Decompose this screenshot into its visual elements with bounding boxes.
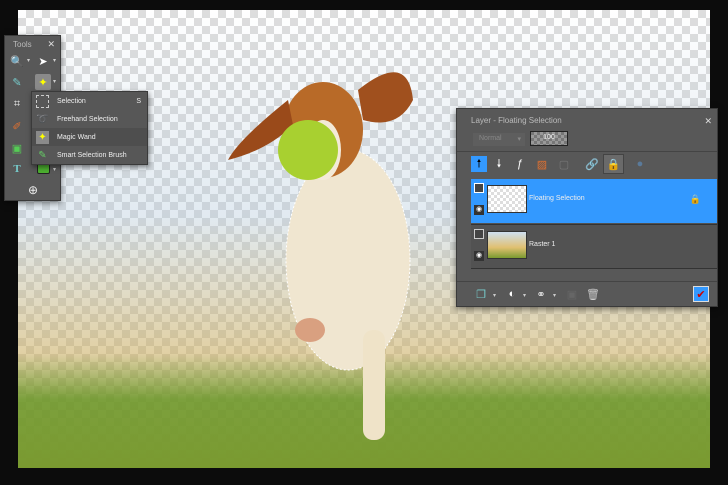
lasso-icon: ➰ bbox=[36, 113, 49, 125]
magic-wand-icon: ✦ bbox=[36, 130, 49, 144]
layer-mask-icon[interactable]: ● bbox=[632, 156, 648, 172]
move-layer-down-icon[interactable]: 🠗 bbox=[491, 156, 507, 172]
layer-type-icon bbox=[474, 183, 484, 193]
lock-icon[interactable]: 🔒 bbox=[690, 194, 701, 205]
layer-type-icon bbox=[474, 229, 484, 239]
fill-icon[interactable]: ▣ bbox=[9, 140, 25, 156]
visibility-eye-icon[interactable]: ◉ bbox=[474, 251, 484, 261]
link-icon[interactable]: 🔗 bbox=[584, 156, 600, 172]
mask-icon[interactable]: ⚭ bbox=[533, 286, 549, 302]
visibility-eye-icon[interactable]: ◉ bbox=[474, 205, 484, 215]
new-layer-icon[interactable]: ❐ bbox=[473, 286, 489, 302]
menu-item-selection[interactable]: Selection S bbox=[32, 92, 147, 110]
smart-brush-icon: ✎ bbox=[38, 149, 47, 161]
move-layer-up-icon[interactable]: 🠕 bbox=[471, 156, 487, 172]
layer-row-floating-selection[interactable]: ◉ Floating Selection 🔒 bbox=[471, 179, 717, 223]
layer-thumbnail bbox=[487, 231, 527, 259]
merge-icon[interactable]: ▣ bbox=[564, 286, 580, 302]
layers-panel: Layer - Floating Selection ✕ Normal ▾ 100… bbox=[456, 108, 718, 307]
layer-effects-icon[interactable]: ƒ bbox=[512, 156, 528, 172]
menu-item-smart-selection-brush[interactable]: ✎ Smart Selection Brush bbox=[32, 146, 147, 164]
adjustment-layer-icon[interactable]: ◐ bbox=[504, 286, 520, 302]
add-tool-icon[interactable]: ⊕ bbox=[25, 182, 41, 198]
lock-icon[interactable]: 🔒 bbox=[603, 154, 624, 174]
opacity-field[interactable]: 100 bbox=[530, 131, 568, 146]
blend-mode-dropdown[interactable]: Normal ▾ bbox=[473, 133, 525, 146]
layer-thumbnail bbox=[487, 185, 527, 213]
menu-item-magic-wand[interactable]: ✦ Magic Wand bbox=[32, 128, 147, 146]
delete-layer-icon[interactable]: 🗑 bbox=[585, 286, 601, 302]
layer-row-raster-1[interactable]: ◉ Raster 1 bbox=[471, 224, 717, 268]
close-icon[interactable]: ✕ bbox=[704, 116, 712, 127]
zoom-tool-icon[interactable]: 🔍 bbox=[9, 53, 25, 69]
selection-rect-icon bbox=[36, 94, 49, 108]
pick-tool-icon[interactable]: ➤ bbox=[35, 53, 51, 69]
magic-wand-tool-icon[interactable]: ✦ bbox=[35, 74, 51, 90]
selection-tools-flyout: Selection S ➰ Freehand Selection ✦ Magic Wa… bbox=[31, 91, 148, 165]
eyedropper-icon[interactable]: ✎ bbox=[9, 74, 25, 90]
close-icon[interactable]: ✕ bbox=[47, 39, 55, 50]
layers-panel-title: Layer - Floating Selection bbox=[471, 116, 562, 125]
text-tool-icon[interactable]: T bbox=[9, 161, 25, 177]
edit-selection-icon[interactable]: ✔ bbox=[693, 286, 709, 302]
brush-icon[interactable]: ✐ bbox=[9, 118, 25, 134]
crop-icon[interactable]: ⌗ bbox=[9, 96, 25, 112]
layer-properties-icon[interactable]: ▨ bbox=[534, 156, 550, 172]
menu-item-freehand-selection[interactable]: ➰ Freehand Selection bbox=[32, 110, 147, 128]
layer-style-icon[interactable]: ▢ bbox=[556, 156, 572, 172]
